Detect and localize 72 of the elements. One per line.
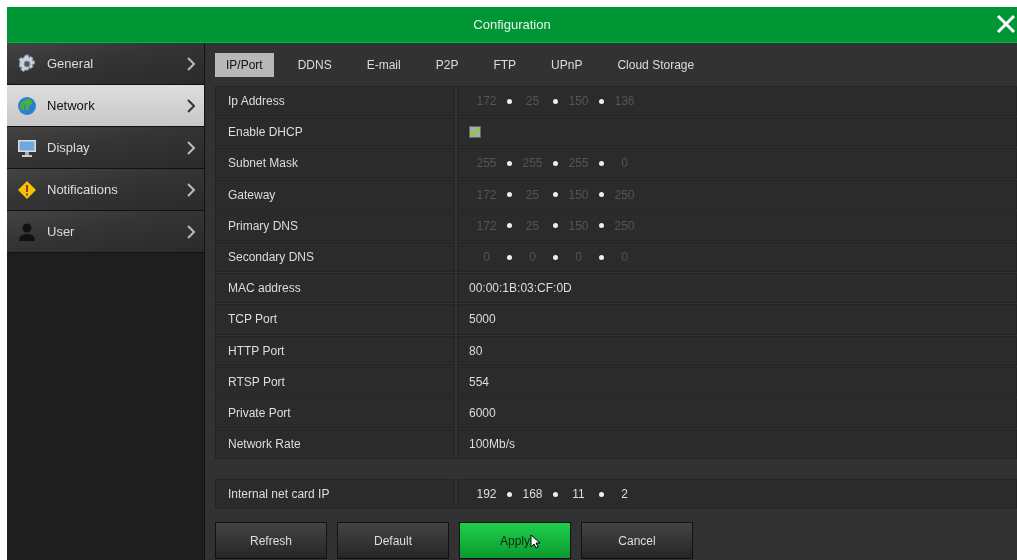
dot-separator	[507, 98, 512, 104]
mouse-pointer-icon	[530, 534, 540, 550]
setting-label: Enable DHCP	[215, 117, 455, 148]
tab[interactable]: Cloud Storage	[606, 52, 706, 77]
monitor-icon	[17, 137, 37, 158]
chevron-icon	[186, 140, 196, 155]
value-field[interactable]: 192 168 11 2	[457, 479, 1017, 510]
dot-separator	[507, 160, 512, 166]
sidebar-item[interactable]: Network	[7, 85, 204, 127]
dot-separator	[507, 192, 512, 198]
tab[interactable]: DDNS	[286, 52, 343, 77]
setting-label: MAC address	[215, 273, 455, 304]
sidebar-item[interactable]: General	[7, 43, 204, 85]
dot-separator	[553, 491, 558, 497]
action-button[interactable]: Cancel	[581, 522, 693, 560]
chevron-icon	[186, 98, 196, 113]
window-title: Configuration	[473, 17, 551, 32]
chevron-icon	[186, 56, 196, 71]
chevron-icon	[186, 182, 196, 197]
tab[interactable]: FTP	[482, 52, 528, 77]
warning-icon	[17, 179, 37, 200]
ip-octet-text: 168	[521, 487, 544, 502]
dot-separator	[507, 223, 512, 229]
dot-separator	[507, 491, 512, 497]
dot-separator	[553, 160, 558, 166]
value-field[interactable]: 00:00:1B:03:CF:0D	[457, 273, 1017, 304]
checkbox[interactable]	[469, 126, 481, 139]
user-icon	[17, 221, 37, 242]
tab[interactable]: E-mail	[355, 52, 412, 77]
tab[interactable]: UPnP	[540, 52, 594, 77]
sidebar-item[interactable]: User	[7, 211, 204, 253]
dot-separator	[599, 491, 604, 497]
value-field[interactable]: 6000	[457, 397, 1017, 429]
setting-label: Ip Address	[215, 86, 455, 117]
dot-separator	[599, 160, 604, 166]
setting-label: RTSP Port	[215, 366, 455, 397]
ip-octet-text: 2	[620, 487, 629, 502]
setting-label: HTTP Port	[215, 335, 455, 366]
dot-separator	[507, 254, 512, 260]
tab[interactable]: IP/Port	[215, 52, 274, 77]
ip-octet-text: 192	[475, 487, 498, 502]
setting-label: Secondary DNS	[215, 241, 455, 273]
gear-icon	[17, 53, 37, 74]
action-button[interactable]: Default	[337, 522, 449, 560]
dot-separator	[599, 192, 604, 198]
setting-label: Internal net card IP	[215, 479, 455, 510]
value-field[interactable]: 5000	[457, 304, 1017, 335]
value-field[interactable]: 554	[457, 366, 1017, 397]
setting-label: Private Port	[215, 397, 455, 429]
value-field[interactable]: 100Mb/s	[457, 429, 1017, 460]
dot-separator	[553, 192, 558, 198]
dot-separator	[599, 223, 604, 229]
sidebar-item[interactable]: Notifications	[7, 169, 204, 211]
sidebar-item[interactable]: Display	[7, 127, 204, 169]
dot-separator	[599, 254, 604, 260]
setting-label: TCP Port	[215, 304, 455, 335]
setting-label: Subnet Mask	[215, 148, 455, 179]
globe-icon	[17, 95, 37, 116]
action-button[interactable]: Refresh	[215, 522, 327, 560]
value-field[interactable]: 80	[457, 335, 1017, 366]
setting-label: Gateway	[215, 179, 455, 210]
tab[interactable]: P2P	[424, 52, 470, 77]
ip-octet-text: 11	[571, 487, 586, 502]
setting-label: Primary DNS	[215, 210, 455, 241]
chevron-icon	[186, 224, 196, 239]
close-button[interactable]	[995, 13, 1017, 35]
dot-separator	[553, 254, 558, 260]
setting-label: Network Rate	[215, 429, 455, 460]
action-button[interactable]: Apply	[459, 522, 571, 560]
dot-separator	[553, 223, 558, 229]
dot-separator	[553, 98, 558, 104]
dot-separator	[599, 98, 604, 104]
